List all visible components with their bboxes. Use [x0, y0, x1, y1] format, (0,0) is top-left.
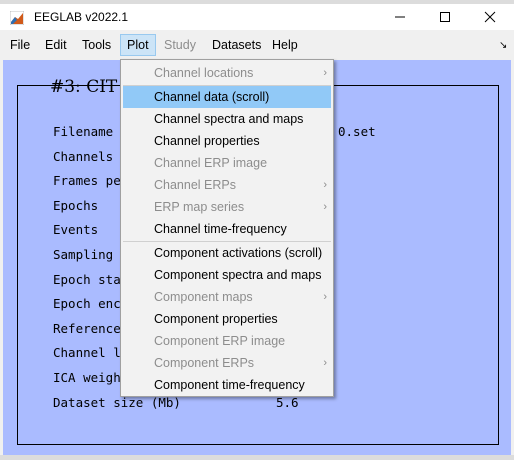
plot-menu-channel-data-scroll[interactable]: Channel data (scroll) [123, 86, 331, 108]
menu-item-label: Component properties [154, 312, 278, 326]
plot-menu-dropdown: Channel locations › Channel data (scroll… [120, 59, 334, 397]
menu-item-label: Component ERP image [154, 334, 286, 348]
close-icon [484, 11, 496, 23]
menu-item-label: Channel data (scroll) [154, 90, 270, 104]
menu-item-label: Component ERPs [154, 356, 255, 370]
dataset-title: #3: CIT [50, 77, 118, 97]
plot-menu-channel-erps: Channel ERPs › [123, 174, 331, 196]
info-label-channels: Channels [53, 149, 114, 164]
plot-menu-channel-spectra-maps[interactable]: Channel spectra and maps [123, 108, 331, 130]
menu-plot[interactable]: Plot [120, 34, 156, 56]
info-label-epochs: Epochs [53, 198, 99, 213]
menu-item-label: Component maps [154, 290, 253, 304]
submenu-arrow-icon: › [323, 67, 327, 79]
menu-item-label: Channel ERPs [154, 178, 236, 192]
menu-item-label: Component spectra and maps [154, 268, 322, 282]
undock-arrow-icon[interactable]: ↘ [499, 40, 507, 51]
submenu-arrow-icon: › [323, 201, 327, 213]
info-label-channel-locations: Channel l [53, 345, 121, 360]
plot-menu-channel-time-frequency[interactable]: Channel time-frequency [123, 218, 331, 240]
plot-menu-component-erp-image: Component ERP image [123, 330, 331, 352]
minimize-button[interactable] [378, 4, 422, 30]
eeglab-window: EEGLAB v2022.1 File Edit Tools Plot Stud… [0, 0, 514, 460]
menu-file[interactable]: File [4, 34, 36, 56]
plot-menu-component-properties[interactable]: Component properties [123, 308, 331, 330]
menu-item-label: Channel time-frequency [154, 222, 287, 236]
minimize-icon [395, 16, 405, 18]
menu-item-label: Channel properties [154, 134, 260, 148]
info-label-sampling: Sampling [53, 247, 114, 262]
menu-help[interactable]: Help [266, 34, 304, 56]
maximize-button[interactable] [423, 4, 467, 30]
info-label-reference: Reference [53, 321, 121, 336]
matlab-app-icon [10, 11, 24, 25]
menu-item-label: Channel spectra and maps [154, 112, 304, 126]
submenu-arrow-icon: › [323, 179, 327, 191]
plot-menu-component-maps: Component maps › [123, 286, 331, 308]
plot-menu-erp-map-series: ERP map series › [123, 196, 331, 218]
info-value-dataset-size: 5.6 [276, 395, 299, 410]
submenu-arrow-icon: › [323, 291, 327, 303]
menu-item-label: Component time-frequency [154, 378, 305, 392]
title-bar[interactable]: EEGLAB v2022.1 [0, 4, 514, 30]
menu-bar: File Edit Tools Plot Study Datasets Help… [0, 34, 514, 56]
menu-item-label: Channel ERP image [154, 156, 268, 170]
submenu-arrow-icon: › [323, 357, 327, 369]
info-label-frames: Frames pe [53, 173, 121, 188]
plot-menu-channel-erp-image: Channel ERP image [123, 152, 331, 174]
menu-item-label: ERP map series [154, 200, 245, 214]
plot-menu-channel-locations: Channel locations › [123, 62, 331, 84]
menu-edit[interactable]: Edit [39, 34, 73, 56]
menu-tools[interactable]: Tools [76, 34, 117, 56]
plot-menu-channel-properties[interactable]: Channel properties [123, 130, 331, 152]
maximize-icon [440, 12, 450, 22]
info-label-filename: Filename [53, 124, 114, 139]
plot-menu-component-spectra-maps[interactable]: Component spectra and maps [123, 264, 331, 286]
info-label-ica-weights: ICA weigh [53, 370, 121, 385]
info-label-epoch-start: Epoch sta [53, 272, 121, 287]
info-label-events: Events [53, 222, 99, 237]
window-title: EEGLAB v2022.1 [34, 10, 129, 24]
menu-study: Study [164, 38, 196, 52]
plot-menu-component-time-frequency[interactable]: Component time-frequency [123, 374, 331, 396]
menu-datasets[interactable]: Datasets [206, 34, 267, 56]
plot-menu-component-erps: Component ERPs › [123, 352, 331, 374]
info-value-filename: 0.set [338, 124, 376, 139]
info-label-dataset-size: Dataset size (Mb) [53, 395, 181, 410]
menu-item-label: Channel locations [154, 66, 254, 80]
close-button[interactable] [468, 4, 512, 30]
background-window-strip-bottom [0, 455, 514, 460]
plot-menu-component-activations-scroll[interactable]: Component activations (scroll) [123, 242, 331, 264]
menu-item-label: Component activations (scroll) [154, 246, 323, 260]
info-label-epoch-end: Epoch enc [53, 296, 121, 311]
